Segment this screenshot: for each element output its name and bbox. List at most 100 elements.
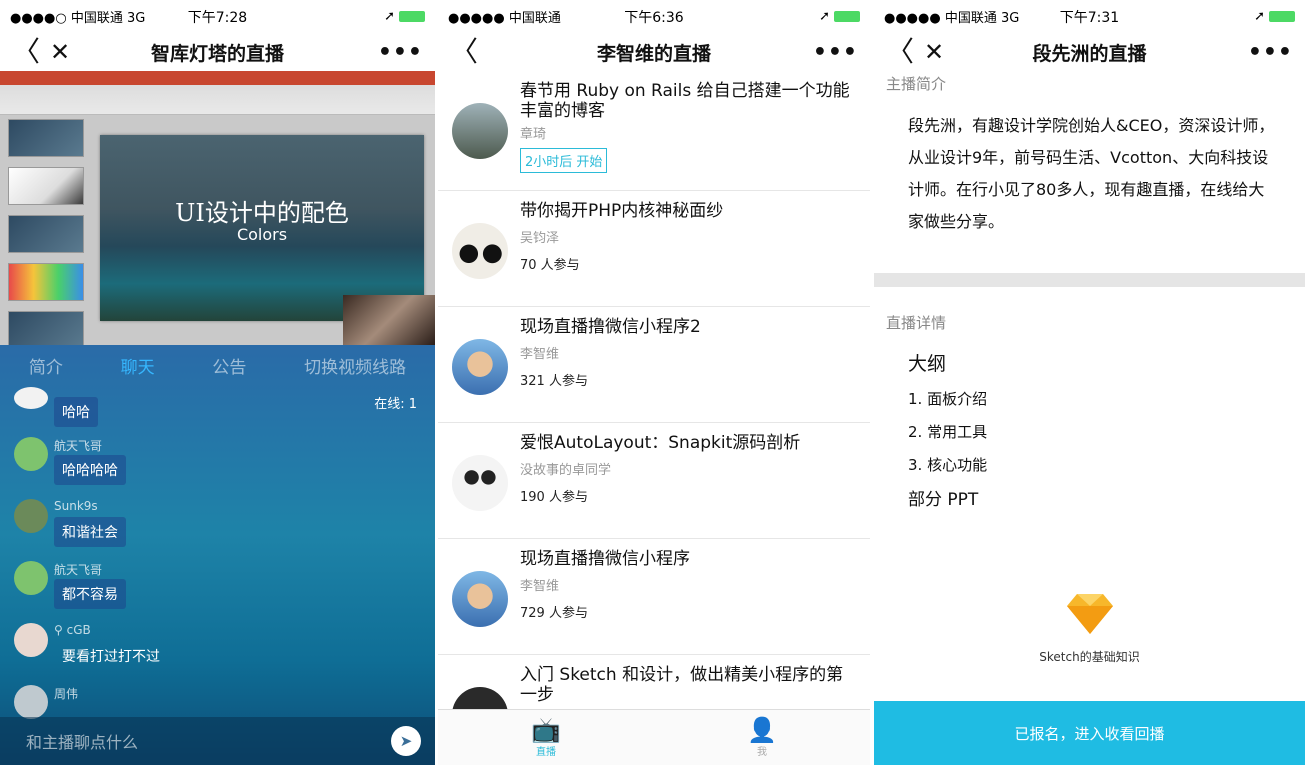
avatar <box>14 499 48 533</box>
chat-username: ⚲ cGB <box>54 623 91 637</box>
video-player[interactable]: UI设计中的配色 Colors <box>0 71 435 345</box>
avatar <box>14 623 48 657</box>
status-bar: ●●●●● 中国联通 3G 下午7:31 ➚ <box>874 0 1305 33</box>
item-title: 现场直播撸微信小程序2 <box>520 317 701 337</box>
phone-live-chat: ●●●●○ 中国联通 3G 下午7:28 ➚ 〈 ✕ 智库灯塔的直播 ••• U… <box>0 0 435 765</box>
sketch-attachment[interactable]: Sketch的基础知识 <box>874 592 1305 665</box>
section-divider <box>874 273 1305 287</box>
tab-intro[interactable]: 简介 <box>29 353 63 378</box>
chat-tabs: 简介 聊天 公告 切换视频线路 <box>0 345 435 385</box>
avatar <box>452 687 508 709</box>
chat-bubble: 和谐社会 <box>54 517 126 547</box>
back-icon[interactable]: 〈 <box>886 38 916 66</box>
outline-footer: 部分 PPT <box>908 490 979 510</box>
avatar <box>14 437 48 471</box>
intro-label: 主播简介 <box>886 75 947 93</box>
host-intro: 段先洲，有趣设计学院创始人&CEO，资深设计师，从业设计9年，前号码生活、Vco… <box>908 116 1275 231</box>
tv-icon: 📺 <box>531 716 561 744</box>
status-badge: 2小时后 开始 <box>520 148 608 173</box>
ppt-ribbon <box>0 71 435 115</box>
outline-item: 3. 核心功能 <box>908 456 988 474</box>
status-time: 下午7:28 <box>187 9 248 26</box>
outline-item: 1. 面板介绍 <box>908 390 988 408</box>
slide-thumbnails <box>8 119 84 345</box>
chat-message: 航天飞哥 哈哈哈哈 <box>14 437 126 485</box>
chat-bubble: 哈哈 <box>54 397 98 427</box>
list-item[interactable]: 带你揭开PHP内核神秘面纱 吴钧泽 70 人参与 <box>438 191 870 307</box>
chat-input-bar: 和主播聊点什么 ➤ <box>0 717 435 765</box>
chat-bubble: 要看打过打不过 <box>62 649 160 665</box>
nav-bar: 〈 ✕ 智库灯塔的直播 ••• <box>0 33 435 71</box>
live-list: 春节用 Ruby on Rails 给自己搭建一个功能丰富的博客 章琦 2小时后… <box>438 71 870 709</box>
avatar <box>452 571 508 627</box>
item-count: 70 人参与 <box>520 258 580 273</box>
status-time: 下午7:31 <box>1059 9 1120 26</box>
list-item[interactable]: 入门 Sketch 和设计，做出精美小程序的第一步 <box>438 655 870 709</box>
item-author: 李智维 <box>520 347 560 362</box>
chat-bubble: 都不容易 <box>54 579 126 609</box>
tab-chat[interactable]: 聊天 <box>121 353 155 378</box>
slide-thumbnail <box>8 119 84 157</box>
item-count: 190 人参与 <box>520 490 588 505</box>
item-author: 没故事的卓同学 <box>520 463 612 478</box>
more-icon[interactable]: ••• <box>378 40 423 65</box>
online-count: 在线: 1 <box>374 397 417 412</box>
avatar <box>14 387 48 409</box>
chat-username: 周伟 <box>54 687 79 701</box>
list-item[interactable]: 现场直播撸微信小程序 李智维 729 人参与 <box>438 539 870 655</box>
tab-me[interactable]: 👤 我 <box>654 710 870 765</box>
list-item[interactable]: 爱恨AutoLayout：Snapkit源码剖析 没故事的卓同学 190 人参与 <box>438 423 870 539</box>
avatar <box>452 223 508 279</box>
list-item[interactable]: 春节用 Ruby on Rails 给自己搭建一个功能丰富的博客 章琦 2小时后… <box>438 71 870 191</box>
watch-replay-button[interactable]: 已报名，进入收看回播 <box>874 701 1305 765</box>
user-icon: 👤 <box>747 716 777 744</box>
tab-live-label: 直播 <box>536 747 556 758</box>
close-icon[interactable]: ✕ <box>924 38 954 66</box>
list-item[interactable]: 现场直播撸微信小程序2 李智维 321 人参与 <box>438 307 870 423</box>
send-icon: ➤ <box>399 732 413 750</box>
outline: 大纲 1. 面板介绍 2. 常用工具 3. 核心功能 部分 PPT <box>874 349 1305 510</box>
tab-switch-line[interactable]: 切换视频线路 <box>304 353 406 378</box>
item-author: 李智维 <box>520 579 560 594</box>
chat-username: 航天飞哥 <box>54 563 103 577</box>
chat-input[interactable]: 和主播聊点什么 <box>26 729 391 753</box>
item-count: 729 人参与 <box>520 606 588 621</box>
more-icon[interactable]: ••• <box>1248 40 1293 65</box>
chat-message: Sunk9s 和谐社会 <box>14 499 126 547</box>
tab-bar: 📺 直播 👤 我 <box>438 709 870 765</box>
item-title: 春节用 Ruby on Rails 给自己搭建一个功能丰富的博客 <box>520 81 850 121</box>
chat-message: 航天飞哥 都不容易 <box>14 561 126 609</box>
chat-message: 哈哈 <box>14 387 98 427</box>
live-details: 直播详情 大纲 1. 面板介绍 2. 常用工具 3. 核心功能 部分 PPT <box>874 312 1305 510</box>
detail-label: 直播详情 <box>886 314 947 332</box>
close-icon[interactable]: ✕ <box>50 38 80 66</box>
sketch-caption: Sketch的基础知识 <box>1039 650 1140 664</box>
tab-notice[interactable]: 公告 <box>212 353 246 378</box>
back-icon[interactable]: 〈 <box>12 38 42 66</box>
slide-thumbnail <box>8 311 84 345</box>
search-icon: ⚲ <box>54 623 63 637</box>
phone-live-list: ●●●●● 中国联通 下午6:36 ➚ 〈 李智维的直播 ••• 春节用 Rub… <box>438 0 870 765</box>
presenter-camera <box>343 295 435 345</box>
outline-item: 2. 常用工具 <box>908 423 988 441</box>
chat-username: Sunk9s <box>54 499 98 513</box>
tab-me-label: 我 <box>757 747 767 758</box>
outline-title: 大纲 <box>908 353 947 375</box>
avatar <box>14 561 48 595</box>
page-title: 李智维的直播 <box>596 42 711 65</box>
more-icon[interactable]: ••• <box>813 40 858 65</box>
send-button[interactable]: ➤ <box>391 726 421 756</box>
avatar <box>14 685 48 719</box>
item-author: 章琦 <box>520 127 547 142</box>
chat-message: ⚲ cGB 要看打过打不过 <box>14 623 168 671</box>
tab-live[interactable]: 📺 直播 <box>438 710 654 765</box>
status-bar: ●●●●● 中国联通 下午6:36 ➚ <box>438 0 870 33</box>
chat-panel: 简介 聊天 公告 切换视频线路 在线: 1 哈哈 航天飞哥 哈哈哈哈 Sunk9s… <box>0 345 435 765</box>
item-title: 入门 Sketch 和设计，做出精美小程序的第一步 <box>520 665 844 705</box>
item-author: 吴钧泽 <box>520 231 560 246</box>
chat-username: 航天飞哥 <box>54 439 103 453</box>
back-icon[interactable]: 〈 <box>450 38 480 66</box>
slide-preview: UI设计中的配色 Colors <box>100 135 424 321</box>
sketch-diamond-icon <box>1066 594 1113 634</box>
phone-live-detail: ●●●●● 中国联通 3G 下午7:31 ➚ 〈 ✕ 段先洲的直播 ••• 主播… <box>874 0 1305 765</box>
